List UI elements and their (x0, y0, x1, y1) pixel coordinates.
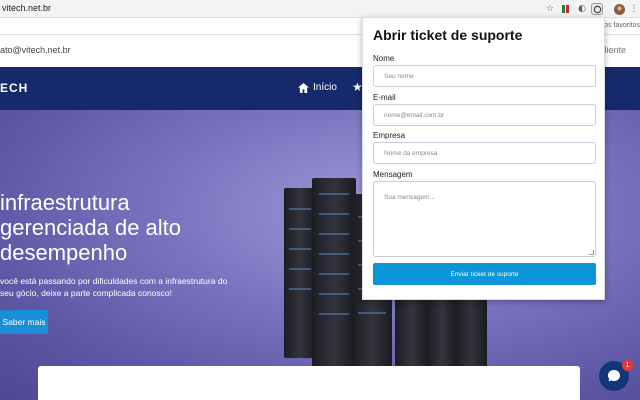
company-field[interactable]: Nome da empresa (373, 142, 596, 164)
email-field[interactable]: nome@email.com.br (373, 104, 596, 126)
message-label: Mensagem (373, 170, 413, 179)
support-extension-icon[interactable] (591, 3, 603, 15)
company-label: Empresa (373, 131, 406, 140)
learn-more-button[interactable]: Saber mais (0, 310, 48, 334)
extension-icon[interactable] (560, 3, 572, 15)
nav-home-link[interactable]: Início (298, 82, 337, 93)
chat-unread-badge: 1 (622, 360, 633, 371)
browser-toolbar: vitech.net.br ☆ ◐ ⋮ (0, 0, 640, 18)
home-icon (298, 82, 309, 93)
popup-title: Abrir ticket de suporte (373, 27, 523, 43)
submit-ticket-button[interactable]: Enviar ticket de suporte (373, 263, 596, 285)
kebab-menu-icon[interactable]: ⋮ (628, 3, 640, 15)
message-placeholder: Sua mensagem... (384, 194, 435, 201)
extension-gray-icon[interactable]: ◐ (576, 3, 588, 15)
star-icon[interactable]: ☆ (544, 3, 556, 15)
resize-handle[interactable] (589, 250, 594, 255)
hero-subtitle: você está passando por dificuldades com … (0, 276, 228, 298)
name-label: Nome (373, 54, 395, 63)
email-label: E-mail (373, 93, 396, 102)
message-textarea[interactable]: Sua mensagem... (373, 181, 596, 257)
chat-icon (608, 370, 620, 382)
hero-title: infraestrutura gerenciada de alto desemp… (0, 190, 182, 265)
bottom-card (38, 366, 580, 400)
nav-home-label: Início (313, 82, 337, 93)
name-field[interactable]: Seu nome (373, 65, 596, 87)
support-ticket-popup: Abrir ticket de suporte Nome Seu nome E-… (362, 17, 605, 300)
address-bar[interactable]: vitech.net.br (2, 3, 51, 13)
site-logo[interactable]: ECH (0, 81, 28, 95)
avatar[interactable] (613, 3, 625, 15)
contact-email[interactable]: ato@vitech.net.br (0, 45, 71, 55)
